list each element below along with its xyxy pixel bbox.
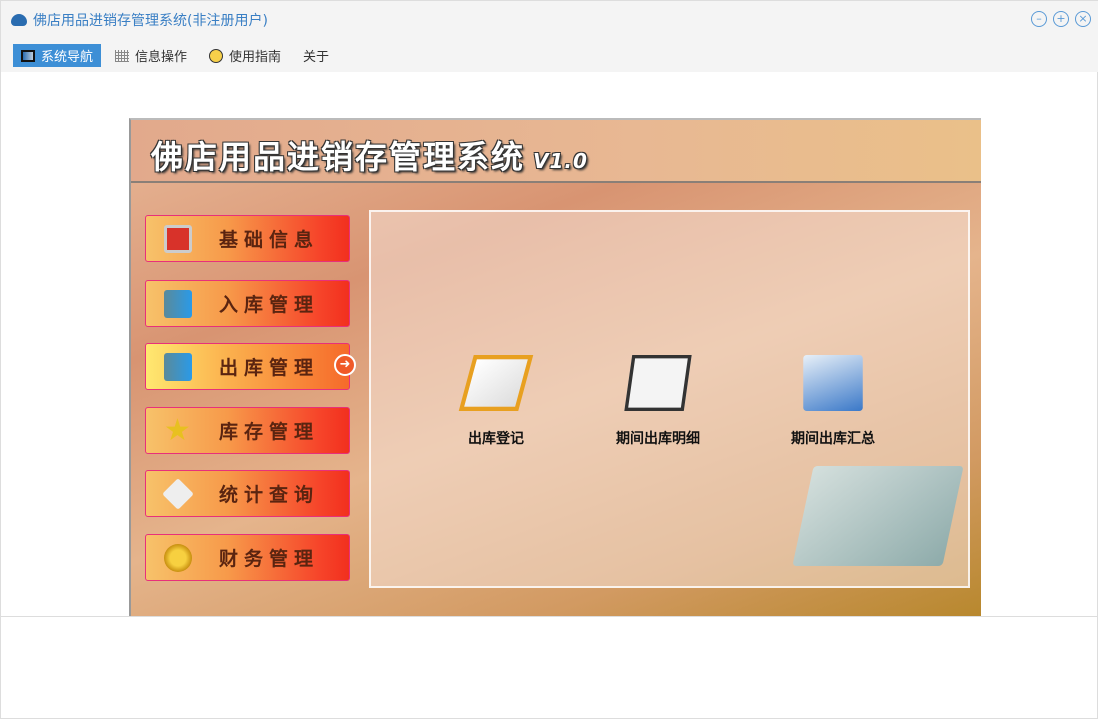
coins-icon [164, 543, 192, 572]
nav-basic-info[interactable]: 基础信息 [145, 215, 350, 262]
minimize-button[interactable]: – [1031, 11, 1047, 27]
title-bar: 佛店用品进销存管理系统(非注册用户) – + × [1, 1, 1098, 39]
monitor-icon [21, 49, 35, 62]
notebook-icon [624, 354, 692, 412]
window-title: 佛店用品进销存管理系统(非注册用户) [33, 13, 268, 29]
monitor-alert-icon [164, 224, 192, 253]
nav-statistics[interactable]: 统计查询 [145, 470, 350, 517]
nav-stock-out[interactable]: 出库管理 [145, 343, 350, 390]
door-in-icon [164, 289, 192, 318]
close-button[interactable]: × [1075, 11, 1091, 27]
menu-bar: 系统导航 信息操作 使用指南 关于 [1, 39, 1098, 72]
magnifier-icon [162, 477, 194, 510]
menu-user-guide[interactable]: 使用指南 [201, 44, 289, 67]
clipboard-pen-icon [458, 354, 534, 412]
maximize-button[interactable]: + [1053, 11, 1069, 27]
grid-icon [115, 49, 130, 62]
nav-inventory[interactable]: ★ 库存管理 [145, 407, 350, 454]
main-stage: 佛店用品进销存管理系统 V1.0 基础信息 入库管理 出库管理 ➜ ★ 库存管理 统… [129, 118, 981, 616]
help-icon [209, 48, 224, 63]
menu-about[interactable]: 关于 [295, 44, 337, 67]
folder-documents-icon [803, 354, 863, 412]
nav-finance[interactable]: 财务管理 [145, 534, 350, 581]
menu-system-nav[interactable]: 系统导航 [13, 44, 102, 67]
func-stock-out-register[interactable]: 出库登记 [458, 350, 534, 448]
banner: 佛店用品进销存管理系统 V1.0 [131, 120, 981, 183]
banner-title: 佛店用品进销存管理系统 V1.0 [151, 138, 588, 176]
app-logo-icon [11, 14, 27, 26]
version-label: V1.0 [533, 149, 588, 173]
nav-stock-in[interactable]: 入库管理 [145, 280, 350, 327]
door-out-icon [164, 352, 192, 381]
func-period-summary[interactable]: 期间出库汇总 [791, 350, 875, 448]
laptop-illustration [792, 466, 964, 566]
menu-info-ops[interactable]: 信息操作 [107, 44, 195, 67]
func-period-detail[interactable]: 期间出库明细 [616, 350, 700, 448]
divider [1, 616, 1098, 617]
function-panel: 出库登记 期间出库明细 期间出库汇总 [369, 210, 970, 588]
star-icon: ★ [164, 412, 191, 448]
selected-arrow-icon: ➜ [334, 354, 356, 376]
